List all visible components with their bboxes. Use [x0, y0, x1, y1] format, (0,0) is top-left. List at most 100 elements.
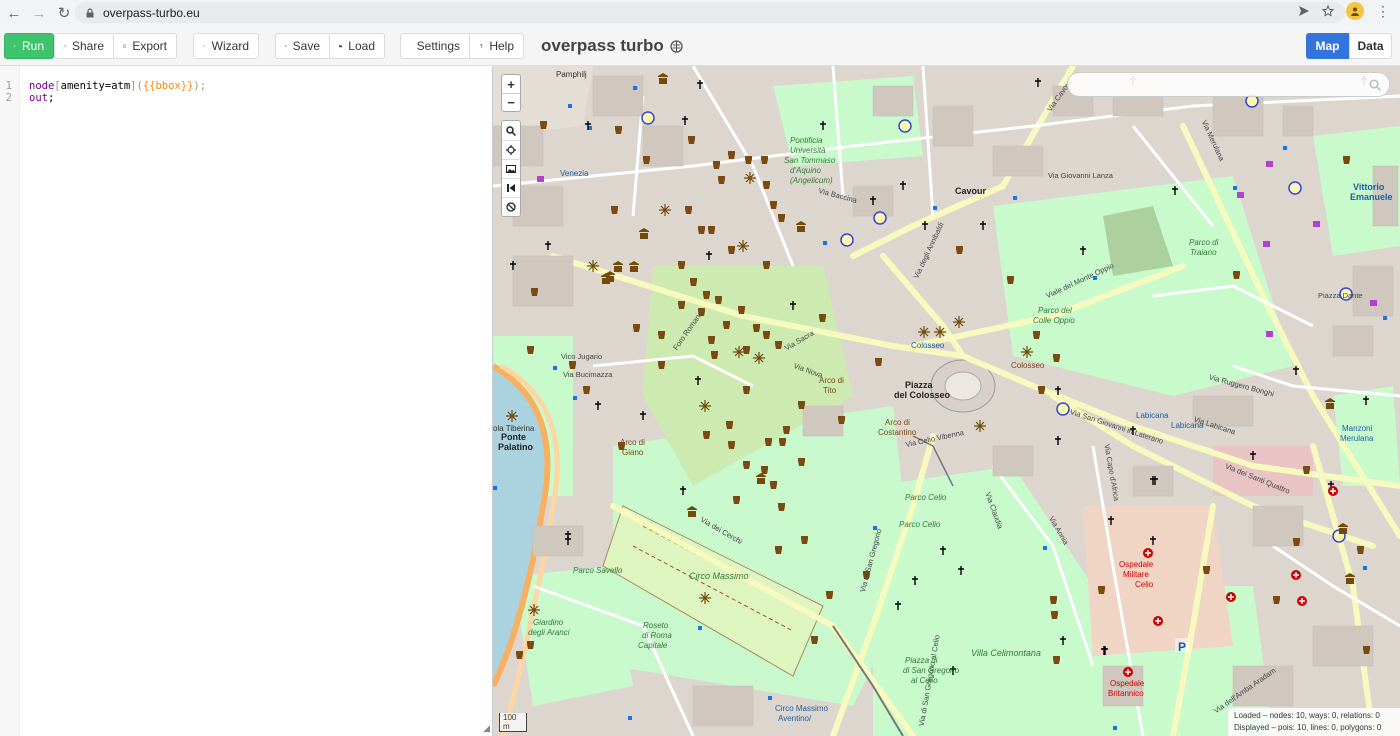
code-bracket: ](	[130, 80, 143, 92]
help-button[interactable]: Help	[469, 33, 524, 59]
tab-data[interactable]: Data	[1349, 33, 1392, 59]
code-filter: amenity=atm	[60, 80, 131, 92]
stats-displayed: Displayed – pois: 10, lines: 0, polygons…	[1234, 723, 1382, 732]
help-label: Help	[489, 39, 514, 53]
code-bracket: );	[193, 80, 207, 92]
map-label: Piazza	[905, 380, 933, 390]
stats-loaded: Loaded – nodes: 10, ways: 0, relations: …	[1234, 711, 1380, 720]
map-label: Parco Celio	[905, 493, 947, 502]
map-label: Vittorio	[1353, 182, 1385, 192]
resize-grip-icon[interactable]: ◢	[483, 723, 490, 734]
line-gutter	[0, 66, 20, 736]
share-button[interactable]: Share	[54, 33, 114, 59]
map-search-input[interactable]	[1067, 72, 1390, 97]
wizard-button[interactable]: Wizard	[193, 33, 259, 59]
star-icon[interactable]	[1322, 5, 1334, 17]
map-label: Università	[790, 146, 826, 155]
map-label: Labicana	[1171, 421, 1204, 430]
wizard-label: Wizard	[211, 39, 249, 53]
ban-icon	[506, 202, 516, 212]
profile-avatar[interactable]	[1346, 2, 1364, 20]
map-label: Via Bucimazza	[563, 370, 613, 379]
send-icon[interactable]	[1298, 5, 1310, 17]
code-line-1[interactable]: 1 node[amenity=atm]({{bbox}});	[0, 80, 490, 92]
reload-icon[interactable]: ↻	[53, 2, 75, 24]
code-punct: ;	[47, 92, 55, 104]
map-label: Arco di	[620, 438, 645, 447]
map-label: Colle Oppio	[1033, 316, 1075, 325]
map-label: Labicana	[1136, 411, 1169, 420]
forward-icon[interactable]: →	[28, 2, 50, 24]
map-image-button[interactable]	[502, 159, 520, 178]
map-label: Manzoni	[1342, 424, 1373, 433]
map-label: Traiano	[1190, 248, 1217, 257]
map-label: Giardino	[533, 618, 564, 627]
browser-bar: ← → ↻ overpass-turbo.eu ⋮	[0, 0, 1400, 26]
share-label: Share	[71, 39, 104, 53]
map-view[interactable]: P Pamphilj Venezia Pontificia Università…	[493, 66, 1400, 736]
map-label: Palatino	[498, 442, 534, 452]
map-label: Celio	[1135, 580, 1154, 589]
map-label: di Roma	[642, 631, 672, 640]
back-icon[interactable]: ←	[3, 2, 25, 24]
line-number: 2	[5, 92, 12, 104]
code-line-2[interactable]: 2 out;	[0, 92, 490, 104]
export-icon	[123, 44, 127, 48]
clear-data-button[interactable]	[502, 197, 520, 216]
map-tiles: P	[493, 66, 1400, 736]
map-stats: Loaded – nodes: 10, ways: 0, relations: …	[1228, 708, 1400, 736]
map-label: Pamphilj	[556, 70, 587, 79]
map-label: San Tommaso	[784, 156, 836, 165]
zoom-in-button[interactable]: +	[502, 75, 520, 93]
map-label: degli Aranci	[528, 628, 570, 637]
gear-icon	[410, 45, 411, 47]
map-label: Pontificia	[790, 136, 823, 145]
run-label: Run	[21, 39, 44, 53]
zoom-control: + −	[501, 74, 521, 112]
code-keyword: out	[29, 92, 48, 104]
tab-map[interactable]: Map	[1306, 33, 1349, 59]
map-label: al Celio	[911, 676, 938, 685]
export-button[interactable]: Export	[113, 33, 177, 59]
zoom-out-button[interactable]: −	[502, 93, 520, 111]
map-label: Colosseo	[911, 341, 945, 350]
svg-text:P: P	[1178, 640, 1186, 654]
map-label: Arco di	[819, 376, 844, 385]
browser-actions: ⋮	[1298, 2, 1390, 20]
load-label: Load	[348, 39, 375, 53]
map-label: Vico Jugario	[561, 352, 603, 361]
locate-button[interactable]	[502, 140, 520, 159]
export-label: Export	[132, 39, 167, 53]
map-label: Parco Savello	[573, 566, 623, 575]
toolbar: Run Share Export Wizard Save Load Settin…	[0, 26, 1400, 66]
magnifier-icon	[506, 125, 516, 136]
map-label: ola Tiberina	[493, 424, 535, 433]
map-label: Militare	[1123, 570, 1149, 579]
map-label: Piazza di	[905, 656, 938, 665]
step-back-icon	[507, 184, 515, 192]
map-label: Ponte	[501, 432, 527, 442]
map-label: Venezia	[560, 169, 589, 178]
map-label: Emanuele	[1350, 192, 1393, 202]
run-button[interactable]: Run	[4, 33, 54, 59]
lock-icon	[86, 7, 94, 17]
map-scale: 100 m	[499, 713, 527, 732]
map-label: Merulana	[1340, 434, 1374, 443]
kebab-menu-icon[interactable]: ⋮	[1376, 4, 1390, 18]
folder-open-icon	[339, 44, 343, 48]
map-label: Giano	[622, 448, 644, 457]
map-label: Ospedale	[1119, 560, 1154, 569]
save-button[interactable]: Save	[275, 33, 330, 59]
fullscreen-button[interactable]	[502, 178, 520, 197]
query-editor[interactable]: 1 node[amenity=atm]({{bbox}}); 2 out; ◢	[0, 66, 493, 736]
zoom-to-data-button[interactable]	[502, 121, 520, 140]
map-label: di San Gregorio	[903, 666, 960, 675]
load-button[interactable]: Load	[329, 33, 385, 59]
map-label: (Angelicum)	[790, 176, 833, 185]
map-label: Tito	[823, 386, 837, 395]
map-label: d'Aquino	[790, 166, 821, 175]
map-label: Villa Celimontana	[971, 648, 1041, 658]
address-bar[interactable]: overpass-turbo.eu	[75, 2, 1345, 23]
settings-button[interactable]: Settings	[400, 33, 470, 59]
map-label: Arco di	[885, 418, 910, 427]
